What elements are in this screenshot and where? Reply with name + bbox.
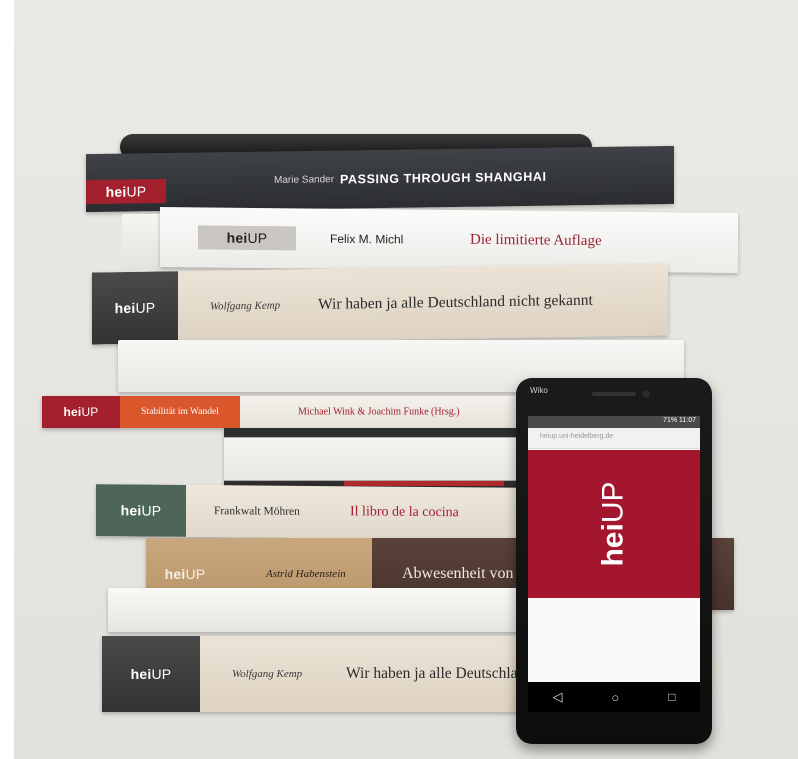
book-series-band: Stabilität im Wandel (120, 396, 240, 428)
status-time: 71% 11:07 (663, 417, 696, 424)
book-title: PASSING THROUGH SHANGHAI (340, 169, 547, 187)
status-bar: 71% 11:07 (528, 416, 700, 428)
book-author: Frankwalt Möhren (214, 505, 300, 518)
phone-camera (642, 390, 650, 398)
white-border (0, 0, 14, 759)
phone-brand: Wiko (530, 386, 548, 395)
heiup-logo: heiUP (226, 229, 268, 247)
book-author: Marie Sander (274, 174, 335, 186)
book-logo-band: heiUP (42, 396, 120, 428)
heiup-logo: heiUP (114, 299, 156, 317)
heiup-screen-logo: heiUP (596, 481, 630, 567)
book-title: Abwesenheit von (402, 565, 514, 582)
book-logo-band: heiUP (198, 225, 296, 251)
url-text: heiup.uni-heidelberg.de (540, 433, 614, 440)
home-icon[interactable]: ○ (611, 690, 619, 705)
photo-scene: heiUP Marie Sander PASSING THROUGH SHANG… (0, 0, 798, 759)
recent-apps-icon[interactable]: □ (668, 690, 675, 704)
phone-speaker (592, 392, 636, 396)
heiup-banner[interactable]: heiUP (528, 450, 700, 598)
book-author: Wolfgang Kemp (210, 299, 281, 313)
book-author: Astrid Habenstein (266, 568, 346, 580)
book-logo-band: heiUP (96, 484, 186, 537)
book-title: Die limitierte Auflage (470, 231, 602, 250)
book-title: Wir haben ja alle Deutschland nicht geka… (318, 291, 593, 313)
back-icon[interactable]: ◁ (552, 689, 562, 705)
book-wir-haben-ja-alle-deutschland: heiUP Wolfgang Kemp Wir haben ja alle De… (92, 263, 668, 345)
book-dark-cover (224, 428, 534, 490)
book-passing-through-shanghai: heiUP Marie Sander PASSING THROUGH SHANG… (86, 145, 674, 213)
book-wir-haben-ja-alle-deutschland-bottom: heiUP Wolfgang Kemp Wir haben ja alle De… (102, 636, 532, 712)
book-title: Wir haben ja alle Deutschla (346, 665, 518, 682)
heiup-logo: heiUP (105, 183, 147, 200)
book-il-libro-de-la-cocina: heiUP Frankwalt Möhren Il libro de la co… (96, 484, 536, 540)
book-logo-band: heiUP (102, 636, 200, 712)
book-accent-stripe (344, 481, 504, 486)
heiup-logo: heiUP (164, 566, 206, 582)
book-author: Felix M. Michl (330, 231, 404, 247)
heiup-logo: heiUP (63, 405, 99, 419)
nav-bar: ◁ ○ □ (528, 682, 700, 712)
book-stabilitaet-im-wandel: heiUP Stabilität im Wandel Michael Wink … (42, 396, 532, 428)
book-author: Wolfgang Kemp (232, 668, 303, 680)
heiup-logo: heiUP (130, 666, 172, 682)
heiup-logo: heiUP (120, 502, 162, 519)
book-author: Michael Wink & Joachim Funke (Hrsg.) (298, 406, 460, 418)
page-white-area (528, 598, 700, 682)
book-title: Il libro de la cocina (350, 504, 459, 521)
phone-screen: 71% 11:07 heiup.uni-heidelberg.de heiUP … (528, 416, 700, 712)
book-logo-band: heiUP (86, 178, 166, 205)
book-logo-band: heiUP (92, 271, 178, 345)
book-white-stack (108, 588, 528, 632)
book-series: Stabilität im Wandel (141, 407, 219, 417)
browser-url-bar[interactable]: heiup.uni-heidelberg.de (528, 428, 700, 449)
smartphone: Wiko 71% 11:07 heiup.uni-heidelberg.de h… (516, 378, 712, 744)
